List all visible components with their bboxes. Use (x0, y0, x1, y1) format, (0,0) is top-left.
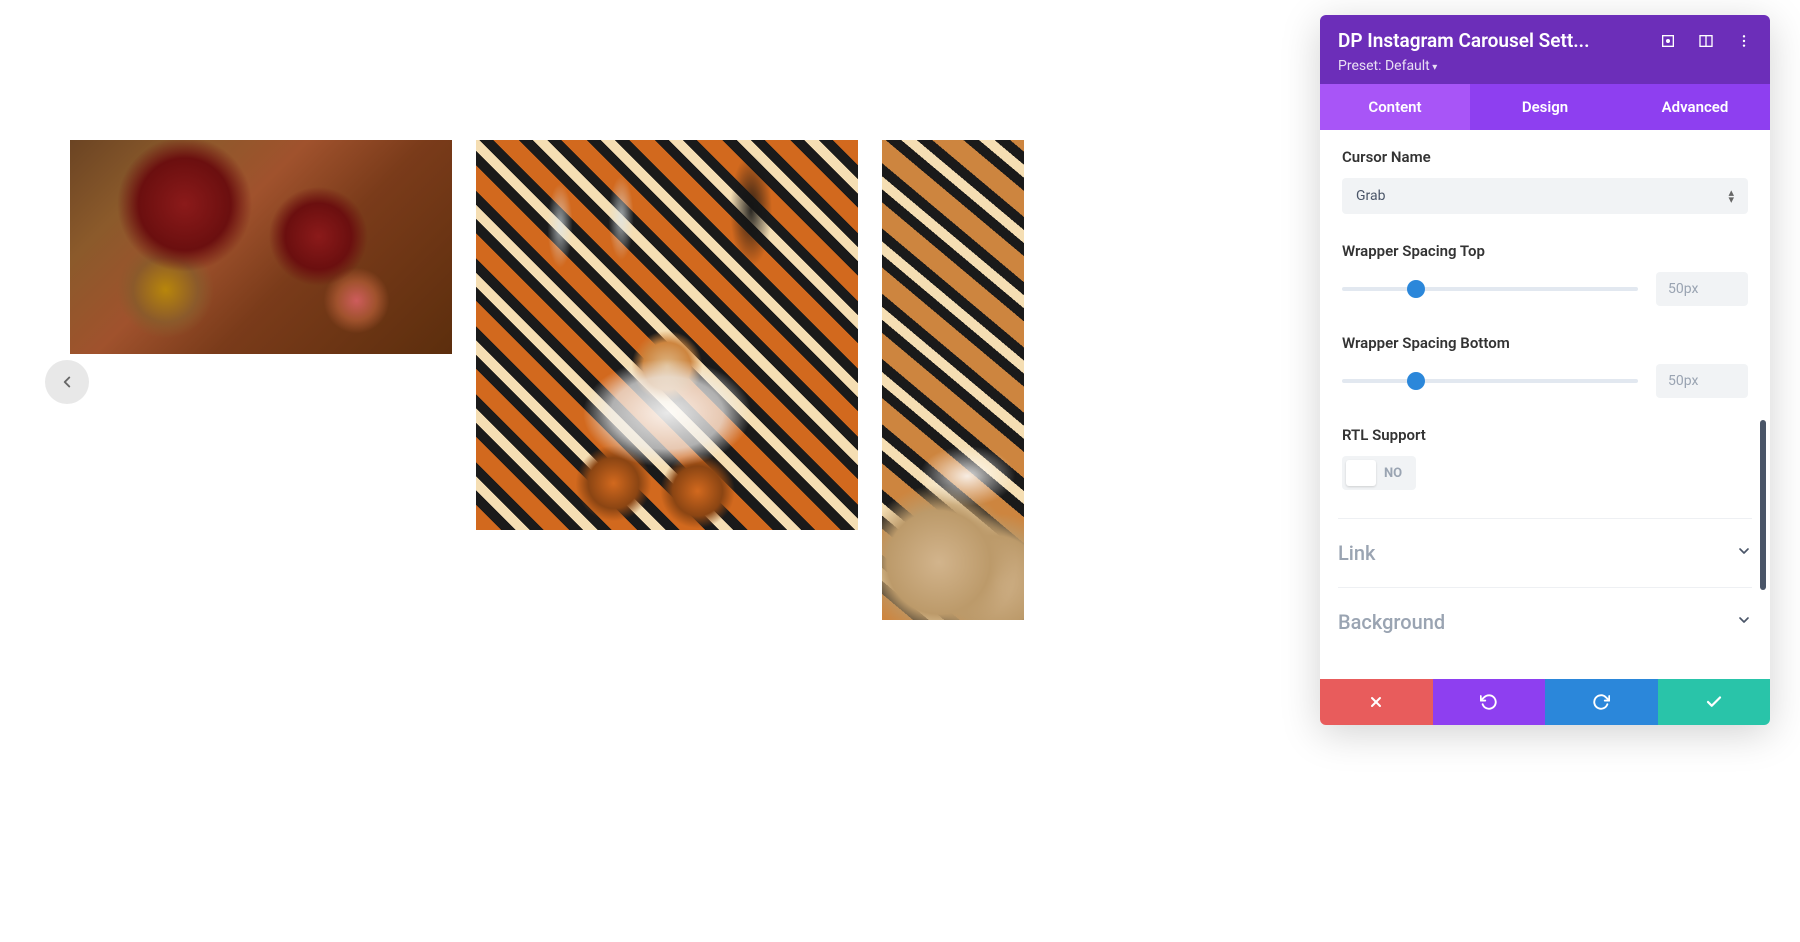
select-arrows-icon: ▴▾ (1728, 189, 1734, 203)
panel-title: DP Instagram Carousel Sett... (1338, 29, 1650, 52)
carousel-image-3[interactable] (882, 140, 1024, 620)
save-button[interactable] (1658, 679, 1771, 725)
panel-tabs: Content Design Advanced (1320, 84, 1770, 130)
panel-footer (1320, 679, 1770, 725)
undo-button[interactable] (1433, 679, 1546, 725)
wrapper-top-thumb[interactable] (1407, 280, 1425, 298)
wrapper-top-value[interactable]: 50px (1656, 272, 1748, 306)
section-background[interactable]: Background (1338, 587, 1752, 656)
chevron-down-icon (1736, 612, 1752, 632)
expand-icon[interactable] (1660, 33, 1676, 49)
rtl-toggle[interactable]: NO (1342, 456, 1416, 490)
chevron-down-icon (1736, 543, 1752, 563)
section-background-title: Background (1338, 610, 1445, 634)
tab-design[interactable]: Design (1470, 84, 1620, 130)
field-wrapper-top: Wrapper Spacing Top 50px (1342, 242, 1748, 306)
tab-advanced[interactable]: Advanced (1620, 84, 1770, 130)
wrapper-bottom-value[interactable]: 50px (1656, 364, 1748, 398)
settings-panel: DP Instagram Carousel Sett... Preset: De… (1320, 15, 1770, 725)
carousel-preview (45, 140, 1035, 640)
cursor-name-select[interactable]: Grab ▴▾ (1342, 178, 1748, 214)
cursor-name-label: Cursor Name (1342, 148, 1748, 166)
redo-button[interactable] (1545, 679, 1658, 725)
tab-content[interactable]: Content (1320, 84, 1470, 130)
field-rtl: RTL Support NO (1342, 426, 1748, 490)
carousel-image-2[interactable] (476, 140, 858, 530)
toggle-knob (1346, 460, 1376, 486)
panel-header: DP Instagram Carousel Sett... Preset: De… (1320, 15, 1770, 84)
scrollbar[interactable] (1760, 420, 1766, 590)
wrapper-bottom-slider[interactable] (1342, 379, 1638, 383)
panel-body[interactable]: Cursor Name Grab ▴▾ Wrapper Spacing Top … (1320, 130, 1770, 679)
wrapper-top-label: Wrapper Spacing Top (1342, 242, 1748, 260)
rtl-state: NO (1376, 466, 1412, 481)
rtl-label: RTL Support (1342, 426, 1748, 444)
field-cursor-name: Cursor Name Grab ▴▾ (1342, 148, 1748, 214)
cursor-name-value: Grab (1356, 188, 1385, 204)
more-icon[interactable] (1736, 33, 1752, 49)
wrapper-bottom-label: Wrapper Spacing Bottom (1342, 334, 1748, 352)
carousel-images[interactable] (70, 140, 1024, 620)
field-wrapper-bottom: Wrapper Spacing Bottom 50px (1342, 334, 1748, 398)
wrapper-top-slider[interactable] (1342, 287, 1638, 291)
section-link[interactable]: Link (1338, 518, 1752, 587)
wrapper-bottom-thumb[interactable] (1407, 372, 1425, 390)
columns-icon[interactable] (1698, 33, 1714, 49)
section-link-title: Link (1338, 541, 1375, 565)
cancel-button[interactable] (1320, 679, 1433, 725)
preset-selector[interactable]: Preset: Default (1338, 58, 1752, 74)
carousel-image-1[interactable] (70, 140, 452, 354)
